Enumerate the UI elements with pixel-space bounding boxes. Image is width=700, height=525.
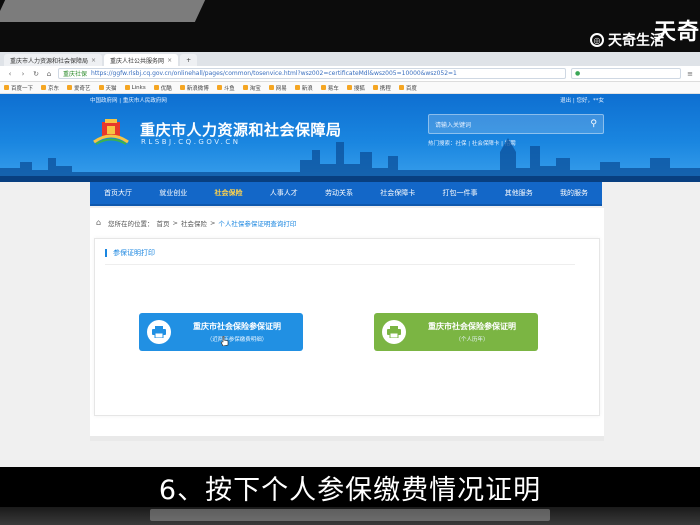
button-sublabel: （近两年参保缴费明细） xyxy=(206,337,268,343)
bookmark-item[interactable]: 京东 xyxy=(41,84,59,92)
bookmark-icon xyxy=(179,85,185,90)
video-frame: 天奇 ◎ 天奇生活 重庆市人力资源和社会保障局 × 重庆人社公共服务网 × + … xyxy=(0,0,700,525)
main-nav: 首页大厅 就业创业 社会保险 人事人才 劳动关系 社会保障卡 打包一件事 其他服… xyxy=(90,182,602,206)
home-icon: ⌂ xyxy=(96,218,102,227)
bookmark-icon xyxy=(268,85,274,90)
top-dark-bar: 天奇 ◎ 天奇生活 xyxy=(0,0,700,52)
bookmark-item[interactable]: 网易 xyxy=(268,84,287,92)
close-icon[interactable]: × xyxy=(91,57,96,64)
breadcrumb-current: 个人社保参保证明查询打印 xyxy=(218,220,297,228)
url-input[interactable]: 重庆社保 https://ggfw.rlsbj.cq.gov.cn/online… xyxy=(58,68,566,79)
gov-links[interactable]: 中国政府网 | 重庆市人民政府网 xyxy=(90,96,167,104)
bookmark-item[interactable]: 斗鱼 xyxy=(216,84,235,92)
nav-item-my[interactable]: 我的服务 xyxy=(556,188,592,198)
breadcrumb-item-social[interactable]: 社会保险 xyxy=(181,218,207,228)
tab-strip: 重庆市人力资源和社会保障局 × 重庆人社公共服务网 × + xyxy=(0,52,700,66)
bookmark-item[interactable]: 百度一下 xyxy=(4,84,33,92)
desk-paper xyxy=(0,0,206,22)
breadcrumb-item-home[interactable]: 首页 xyxy=(157,218,170,228)
bookmark-item[interactable]: 搜狐 xyxy=(346,84,365,92)
watermark-text: 天奇生活 xyxy=(608,33,664,49)
home-icon[interactable]: ⌂ xyxy=(45,70,53,78)
printer-icon xyxy=(147,320,171,344)
bookmark-icon xyxy=(372,85,378,90)
browser-tab-1[interactable]: 重庆市人力资源和社会保障局 × xyxy=(4,54,103,66)
city-skyline-image xyxy=(0,138,700,182)
button-label: 重庆市社会保险参保证明 xyxy=(428,322,516,331)
bookmark-item[interactable]: 淘宝 xyxy=(242,84,261,92)
bookmark-icon xyxy=(124,85,130,90)
breadcrumb-separator: > xyxy=(172,219,178,227)
reload-icon[interactable]: ↻ xyxy=(32,70,40,78)
divider xyxy=(105,264,575,265)
search-engine-icon: ● xyxy=(575,70,581,77)
back-icon[interactable]: ‹ xyxy=(6,70,14,78)
bookmark-item[interactable]: 爱奇艺 xyxy=(67,84,91,92)
page-body: ⌂ 您所在的位置： 首页 > 社会保险 > 个人社保参保证明查询打印 参保证明打… xyxy=(90,208,604,436)
bookmark-item[interactable]: 携程 xyxy=(372,84,391,92)
forward-icon[interactable]: › xyxy=(19,70,27,78)
bookmark-icon xyxy=(242,85,248,90)
step-caption: 6、按下个人参保缴费情况证明 xyxy=(158,474,542,506)
printer-icon xyxy=(382,320,406,344)
browser-search-input[interactable]: ● xyxy=(571,68,681,79)
breadcrumb: ⌂ 您所在的位置： 首页 > 社会保险 > 个人社保参保证明查询打印 xyxy=(96,218,297,229)
nav-item-card[interactable]: 社会保障卡 xyxy=(376,188,419,198)
nav-item-social-insurance[interactable]: 社会保险 xyxy=(211,188,247,198)
caption-bar: 6、按下个人参保缴费情况证明 xyxy=(0,467,700,507)
nav-item-package[interactable]: 打包一件事 xyxy=(439,188,482,198)
bookmark-icon xyxy=(346,85,352,90)
bookmark-icon xyxy=(41,85,47,90)
bookmark-icon xyxy=(320,85,326,90)
close-icon[interactable]: × xyxy=(167,57,172,64)
bookmark-item[interactable]: 百度 xyxy=(398,84,417,92)
address-bar: ‹ › ↻ ⌂ 重庆社保 https://ggfw.rlsbj.cq.gov.c… xyxy=(0,66,700,82)
nav-item-other[interactable]: 其他服务 xyxy=(501,188,537,198)
user-links[interactable]: 退出 | 您好，**女 xyxy=(560,96,604,104)
bookmark-icon xyxy=(294,85,300,90)
page-footer-strip xyxy=(90,436,604,441)
section-title: 参保证明打印 xyxy=(105,249,155,257)
button-sublabel: （个人历年） xyxy=(455,337,489,343)
personal-history-certificate-button[interactable]: 重庆市社会保险参保证明 （个人历年） xyxy=(374,313,538,351)
bottom-strip xyxy=(0,507,700,525)
breadcrumb-prefix: 您所在的位置： xyxy=(108,220,154,228)
tab-label: 重庆人社公共服务网 xyxy=(110,57,165,65)
nav-item-employment[interactable]: 就业创业 xyxy=(155,188,191,198)
bookmark-icon xyxy=(398,85,404,90)
hand-cursor-icon xyxy=(221,336,229,346)
new-tab-button[interactable]: + xyxy=(180,54,198,66)
bookmark-icon xyxy=(98,85,104,90)
watermark: ◎ 天奇生活 xyxy=(590,30,664,50)
bookmark-icon xyxy=(216,85,222,90)
button-label: 重庆市社会保险参保证明 xyxy=(193,322,281,331)
monitor-stand xyxy=(150,509,550,521)
site-header: 中国政府网 | 重庆市人民政府网 退出 | 您好，**女 重庆市人力资源和社会保… xyxy=(0,94,700,182)
certificate-panel: 参保证明打印 重庆市社会保险参保证明 （近两年参保缴费明细） 重庆市社会保险参保… xyxy=(94,238,600,416)
bookmark-item[interactable]: 天猫 xyxy=(98,84,117,92)
button-text: 重庆市社会保险参保证明 （个人历年） xyxy=(414,321,530,343)
browser-window: 重庆市人力资源和社会保障局 × 重庆人社公共服务网 × + ‹ › ↻ ⌂ 重庆… xyxy=(0,52,700,467)
url-text: https://ggfw.rlsbj.cq.gov.cn/onlinehall/… xyxy=(91,70,457,77)
bookmark-item[interactable]: 优酷 xyxy=(153,84,172,92)
button-text: 重庆市社会保险参保证明 （近两年参保缴费明细） xyxy=(179,321,295,343)
tab-label: 重庆市人力资源和社会保障局 xyxy=(10,57,89,65)
menu-icon[interactable]: ≡ xyxy=(686,70,694,78)
bookmark-icon xyxy=(4,85,9,90)
browser-tab-2[interactable]: 重庆人社公共服务网 × xyxy=(104,54,179,66)
bookmark-item[interactable]: Links xyxy=(124,85,146,91)
secure-label: 重庆社保 xyxy=(63,71,88,78)
breadcrumb-separator: > xyxy=(209,219,216,227)
nav-item-labor[interactable]: 劳动关系 xyxy=(321,188,357,198)
bookmarks-bar: 百度一下 京东 爱奇艺 天猫 Links 优酷 新浪微博 斗鱼 淘宝 网易 新浪… xyxy=(0,82,700,94)
watermark-logo-icon: ◎ xyxy=(590,33,604,47)
bookmark-icon xyxy=(67,85,73,90)
nav-item-talent[interactable]: 人事人才 xyxy=(266,188,302,198)
bookmark-item[interactable]: 新浪 xyxy=(294,84,313,92)
bookmark-item[interactable]: 新浪微博 xyxy=(179,84,209,92)
bookmark-item[interactable]: 易车 xyxy=(320,84,339,92)
bookmark-icon xyxy=(153,85,159,90)
nav-item-home[interactable]: 首页大厅 xyxy=(100,188,136,198)
